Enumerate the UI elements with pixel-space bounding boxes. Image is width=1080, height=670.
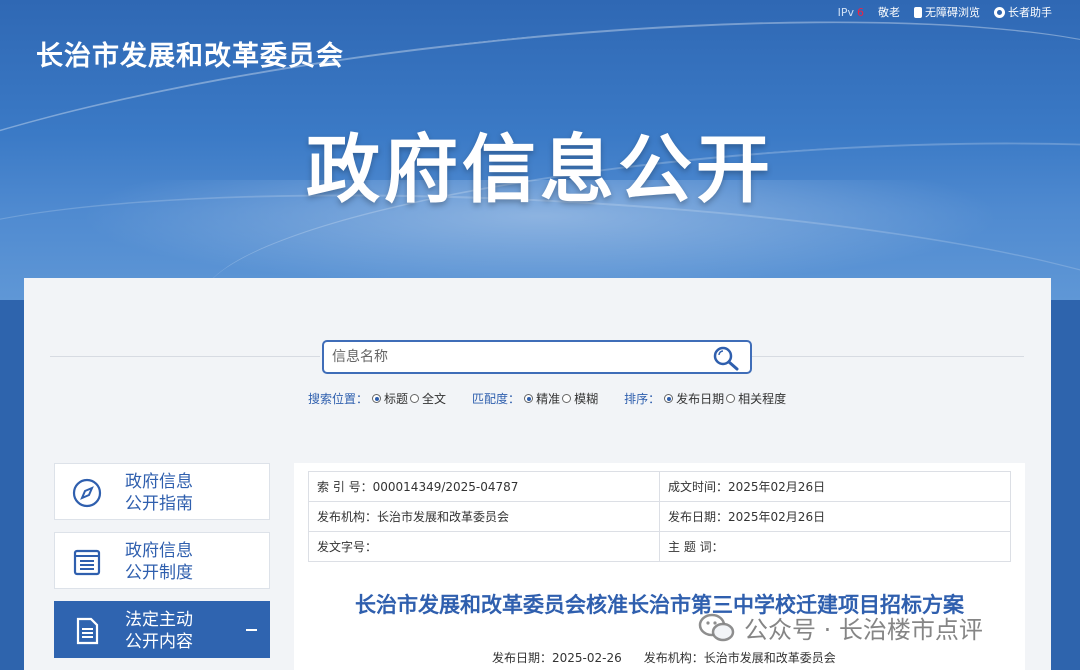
table-row: 索 引 号：000014349/2025-04787 成文时间：2025年02月…	[308, 471, 1011, 502]
ipv6-number: 6	[857, 5, 864, 19]
nav-label: 法定主动 公开内容	[125, 609, 225, 653]
nav-item-statutory[interactable]: 法定主动 公开内容	[54, 601, 270, 658]
sort-date-radio[interactable]	[664, 394, 674, 403]
scope-title-radio[interactable]	[372, 394, 382, 403]
divider	[50, 356, 320, 357]
scope-option-label: 全文	[422, 392, 447, 406]
elder-label: 敬老	[878, 6, 900, 19]
nav-label-line: 公开制度	[125, 563, 193, 583]
nav-label-line: 政府信息	[125, 541, 193, 561]
ipv6-badge: IPv 6	[838, 6, 864, 19]
wechat-icon	[698, 613, 735, 641]
nav-label-line: 政府信息	[125, 472, 193, 492]
document-meta: 发布日期：2025-02-26 发布机构：长治市发展和改革委员会	[492, 649, 836, 666]
watermark: 公众号 · 长治楼市点评	[698, 610, 983, 645]
publish-date: 发布日期：2025年02月26日	[659, 501, 1011, 532]
header-banner: 长治市发展和改革委员会 IPv 6 敬老 无障碍浏览 长者助手 政府信息公开	[0, 0, 1080, 300]
match-exact-radio[interactable]	[524, 394, 534, 403]
nav-label-line: 公开指南	[125, 494, 193, 514]
elder-link[interactable]: 敬老	[878, 4, 900, 20]
nav-label: 政府信息 公开制度	[125, 540, 225, 584]
side-nav: 政府信息 公开指南 政府信息 公开制度 法定主动 公开内容	[54, 463, 270, 670]
scope-fulltext-radio[interactable]	[410, 394, 420, 403]
sort-label: 排序：	[624, 392, 661, 406]
search-icon[interactable]	[712, 345, 740, 371]
accessible-label: 无障碍浏览	[925, 6, 980, 19]
match-label: 匹配度：	[472, 392, 521, 406]
sort-option-label: 发布日期	[676, 392, 725, 406]
sort-relevance-radio[interactable]	[726, 394, 736, 403]
compass-icon	[72, 478, 102, 508]
meta-date: 发布日期：2025-02-26	[492, 651, 622, 665]
banner-title: 政府信息公开	[306, 127, 774, 213]
nav-label: 政府信息 公开指南	[125, 471, 225, 515]
sort-options: 排序： 发布日期 相关程度	[624, 390, 786, 407]
match-option-label: 精准	[536, 392, 561, 406]
document-info-table: 索 引 号：000014349/2025-04787 成文时间：2025年02月…	[308, 471, 1011, 562]
publisher: 发布机构：长治市发展和改革委员会	[308, 501, 660, 532]
sort-option-label: 相关程度	[738, 392, 787, 406]
document-icon	[76, 617, 99, 645]
watermark-text: 公众号 · 长治楼市点评	[744, 616, 983, 644]
top-links: IPv 6 敬老 无障碍浏览 长者助手	[838, 4, 1052, 20]
table-row: 发文字号： 主 题 词：	[308, 531, 1011, 562]
helper-label: 长者助手	[1008, 6, 1052, 19]
nav-label-line: 法定主动	[125, 610, 193, 630]
index-number: 索 引 号：000014349/2025-04787	[308, 471, 660, 502]
divider	[752, 356, 1024, 357]
accessible-link[interactable]: 无障碍浏览	[914, 4, 980, 20]
search-box	[322, 340, 752, 374]
scope-label: 搜索位置：	[308, 392, 369, 406]
site-name[interactable]: 长治市发展和改革委员会	[36, 34, 344, 73]
document-number: 发文字号：	[308, 531, 660, 562]
search-input[interactable]	[332, 345, 702, 369]
collapse-icon[interactable]	[246, 629, 257, 631]
nav-item-guide[interactable]: 政府信息 公开指南	[54, 463, 270, 520]
match-fuzzy-radio[interactable]	[562, 394, 572, 403]
table-row: 发布机构：长治市发展和改革委员会 发布日期：2025年02月26日	[308, 501, 1011, 532]
speaker-icon	[914, 6, 922, 18]
meta-org: 发布机构：长治市发展和改革委员会	[643, 651, 836, 665]
ipv6-text: IPv	[837, 5, 854, 19]
eye-icon	[994, 6, 1005, 18]
subject-words: 主 题 词：	[659, 531, 1011, 562]
match-option-label: 模糊	[574, 392, 599, 406]
nav-label-line: 公开内容	[125, 632, 193, 652]
created-date: 成文时间：2025年02月26日	[659, 471, 1011, 502]
nav-item-system[interactable]: 政府信息 公开制度	[54, 532, 270, 589]
scope-option-label: 标题	[384, 392, 409, 406]
scope-options: 搜索位置： 标题 全文	[308, 390, 446, 407]
helper-link[interactable]: 长者助手	[994, 4, 1052, 20]
search-options: 搜索位置： 标题 全文 匹配度： 精准 模糊 排序： 发布日期 相关程度	[308, 390, 786, 407]
match-options: 匹配度： 精准 模糊	[472, 390, 598, 407]
list-icon	[73, 549, 101, 576]
